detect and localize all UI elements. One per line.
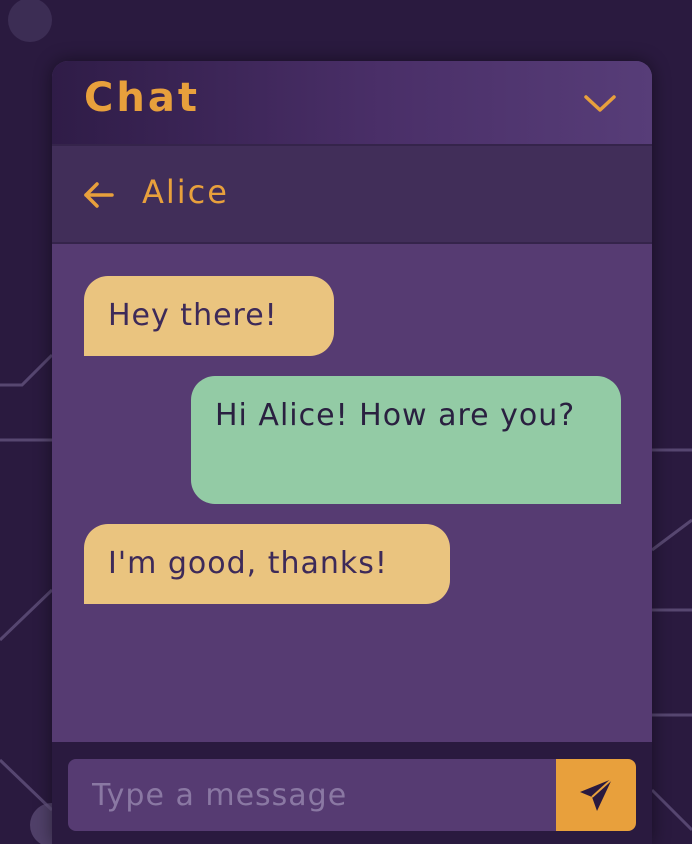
message-outgoing: Hi Alice! How are you? [191, 376, 621, 504]
send-paper-plane-icon [580, 778, 613, 811]
collapse-button[interactable] [580, 87, 620, 121]
message-list: Hey there! Hi Alice! How are you? I'm go… [52, 244, 652, 742]
arrow-left-icon [84, 182, 114, 208]
message-composer [52, 742, 652, 844]
message-incoming: Hey there! [84, 276, 334, 356]
message-input[interactable] [68, 759, 556, 831]
send-button[interactable] [556, 759, 636, 831]
message-incoming: I'm good, thanks! [84, 524, 450, 604]
chat-title: Chat [84, 75, 200, 121]
conversation-bar: Alice [52, 144, 652, 244]
chat-widget: Chat Alice Hey there! Hi Alice! How are … [52, 61, 652, 844]
contact-name: Alice [142, 173, 229, 211]
chat-header: Chat [52, 61, 652, 144]
back-button[interactable] [82, 178, 116, 212]
chevron-down-icon [584, 95, 616, 112]
